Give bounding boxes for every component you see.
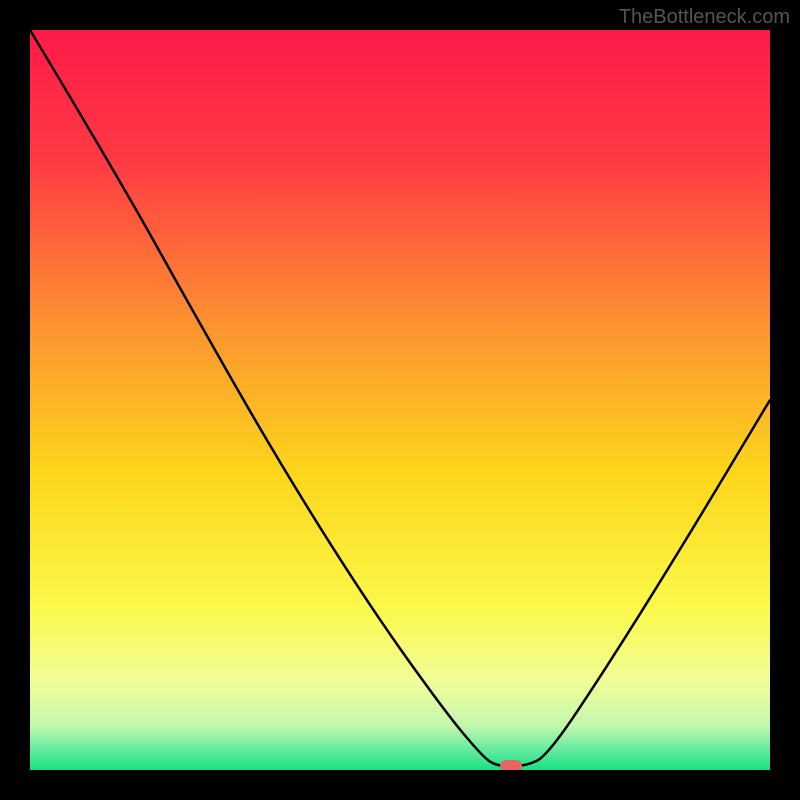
watermark-text: TheBottleneck.com: [619, 6, 790, 29]
plot-area: [30, 30, 770, 770]
marker-point: [500, 760, 522, 770]
bottleneck-curve: [30, 30, 770, 770]
